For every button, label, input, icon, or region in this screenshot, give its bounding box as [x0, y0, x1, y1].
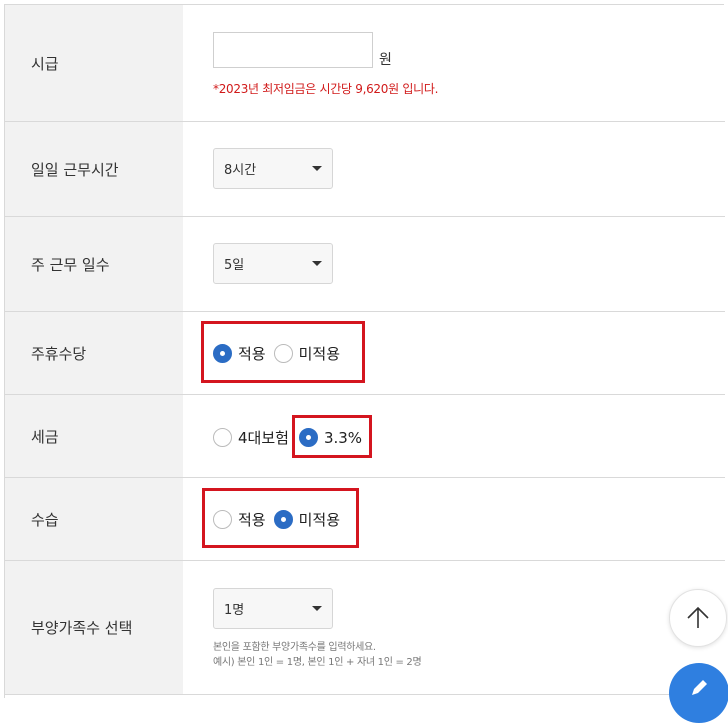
- row-label: 일일 근무시간: [5, 122, 183, 216]
- hourly-wage-input[interactable]: [213, 32, 373, 68]
- row-weekly-days: 주 근무 일수 5일: [5, 217, 725, 312]
- minimum-wage-note: *2023년 최저임금은 시간당 9,620원 입니다.: [213, 82, 439, 96]
- radio-unchecked-icon[interactable]: [213, 428, 232, 447]
- radio-label: 4대보험: [238, 429, 289, 447]
- weekly-days-select[interactable]: 5일: [213, 243, 333, 284]
- row-dependents: 부양가족수 선택 1명 본인을 포함한 부양가족수를 입력하세요. 예시) 본인…: [5, 561, 725, 695]
- highlight-box: [201, 321, 365, 383]
- pencil-icon: [692, 680, 707, 695]
- caret-down-icon: [312, 166, 322, 171]
- row-holiday-pay: 주휴수당 적용 미적용: [5, 312, 725, 395]
- row-label: 수습: [5, 478, 183, 560]
- dependents-note: 본인을 포함한 부양가족수를 입력하세요. 예시) 본인 1인 = 1명, 본인…: [213, 640, 422, 670]
- tax-insurance-option[interactable]: 4대보험: [213, 427, 289, 448]
- row-daily-hours: 일일 근무시간 8시간: [5, 122, 725, 217]
- row-hourly-wage: 시급 원 *2023년 최저임금은 시간당 9,620원 입니다.: [5, 5, 725, 122]
- dependents-value: 1명: [224, 603, 245, 618]
- calculator-form: 시급 원 *2023년 최저임금은 시간당 9,620원 입니다. 일일 근무시…: [4, 4, 725, 698]
- row-label: 부양가족수 선택: [5, 561, 183, 694]
- weekly-days-value: 5일: [224, 258, 245, 273]
- row-label: 주휴수당: [5, 312, 183, 394]
- edit-button[interactable]: [669, 663, 728, 723]
- row-label: 주 근무 일수: [5, 217, 183, 311]
- daily-hours-value: 8시간: [224, 163, 257, 178]
- caret-down-icon: [312, 261, 322, 266]
- row-label: 세금: [5, 395, 183, 477]
- caret-down-icon: [312, 606, 322, 611]
- row-label: 시급: [5, 5, 183, 121]
- dependents-note-line2: 예시) 본인 1인 = 1명, 본인 1인 + 자녀 1인 = 2명: [213, 657, 422, 668]
- scroll-to-top-button[interactable]: [669, 589, 727, 647]
- highlight-box: [292, 415, 372, 458]
- highlight-box: [202, 488, 359, 548]
- row-probation: 수습 적용 미적용: [5, 478, 725, 561]
- row-tax: 세금 4대보험 3.3%: [5, 395, 725, 478]
- dependents-note-line1: 본인을 포함한 부양가족수를 입력하세요.: [213, 642, 376, 653]
- daily-hours-select[interactable]: 8시간: [213, 148, 333, 189]
- wage-unit: 원: [379, 52, 392, 68]
- dependents-select[interactable]: 1명: [213, 588, 333, 629]
- arrow-up-icon: [687, 606, 709, 628]
